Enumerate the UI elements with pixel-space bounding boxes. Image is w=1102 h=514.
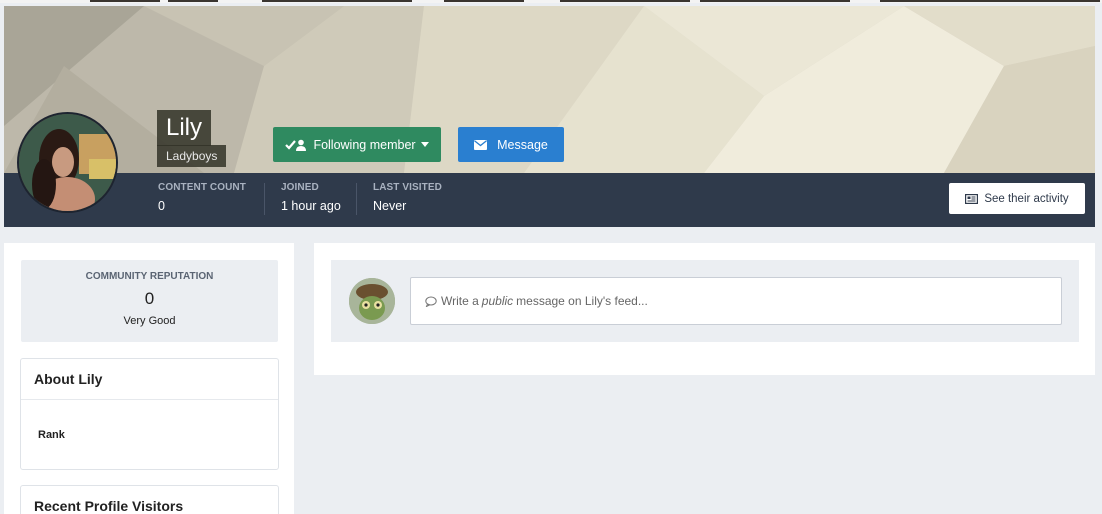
stat-divider xyxy=(264,183,265,215)
profile-name: Lily xyxy=(157,110,212,146)
message-button[interactable]: Message xyxy=(458,127,564,162)
recent-visitors-box: Recent Profile Visitors xyxy=(20,485,279,514)
reputation-label: COMMUNITY REPUTATION xyxy=(85,271,214,282)
feed-emphasis: public xyxy=(481,294,514,308)
feed-prefix: Write a xyxy=(441,294,479,308)
stat-label: LAST VISITED xyxy=(373,182,442,193)
recent-visitors-title: Recent Profile Visitors xyxy=(34,498,184,514)
community-reputation: COMMUNITY REPUTATION 0 Very Good xyxy=(21,260,278,342)
reputation-text: Very Good xyxy=(123,315,176,327)
stat-value: Never xyxy=(373,199,407,213)
stat-last-visited: LAST VISITED Never xyxy=(373,182,442,213)
stat-label: JOINED xyxy=(281,182,319,193)
rank-label: Rank xyxy=(38,429,65,441)
stat-divider xyxy=(356,183,357,215)
see-activity-label: See their activity xyxy=(984,192,1069,205)
envelope-icon xyxy=(474,139,488,150)
check-user-icon xyxy=(285,139,307,151)
stat-value: 0 xyxy=(158,199,165,213)
profile-group: Ladyboys xyxy=(157,145,227,167)
stat-label: CONTENT COUNT xyxy=(158,182,246,193)
see-activity-button[interactable]: See their activity xyxy=(949,183,1085,214)
about-box: About Lily Rank xyxy=(20,358,279,470)
top-strip xyxy=(0,0,1102,3)
caret-down-icon xyxy=(420,142,429,147)
profile-avatar[interactable] xyxy=(17,112,118,213)
newspaper-icon xyxy=(965,193,979,204)
following-member-label: Following member xyxy=(313,137,416,152)
current-user-avatar[interactable] xyxy=(349,278,395,324)
stat-joined: JOINED 1 hour ago xyxy=(281,182,341,213)
comment-icon xyxy=(425,296,437,307)
stat-value: 1 hour ago xyxy=(281,199,341,213)
about-title: About Lily xyxy=(21,359,278,400)
following-member-button[interactable]: Following member xyxy=(273,127,441,162)
feed-suffix: message on Lily's feed... xyxy=(516,294,648,308)
message-label: Message xyxy=(497,137,548,152)
public-message-input[interactable]: Write a public message on Lily's feed... xyxy=(410,277,1062,325)
reputation-value: 0 xyxy=(144,289,155,308)
stat-content-count: CONTENT COUNT 0 xyxy=(158,182,246,213)
